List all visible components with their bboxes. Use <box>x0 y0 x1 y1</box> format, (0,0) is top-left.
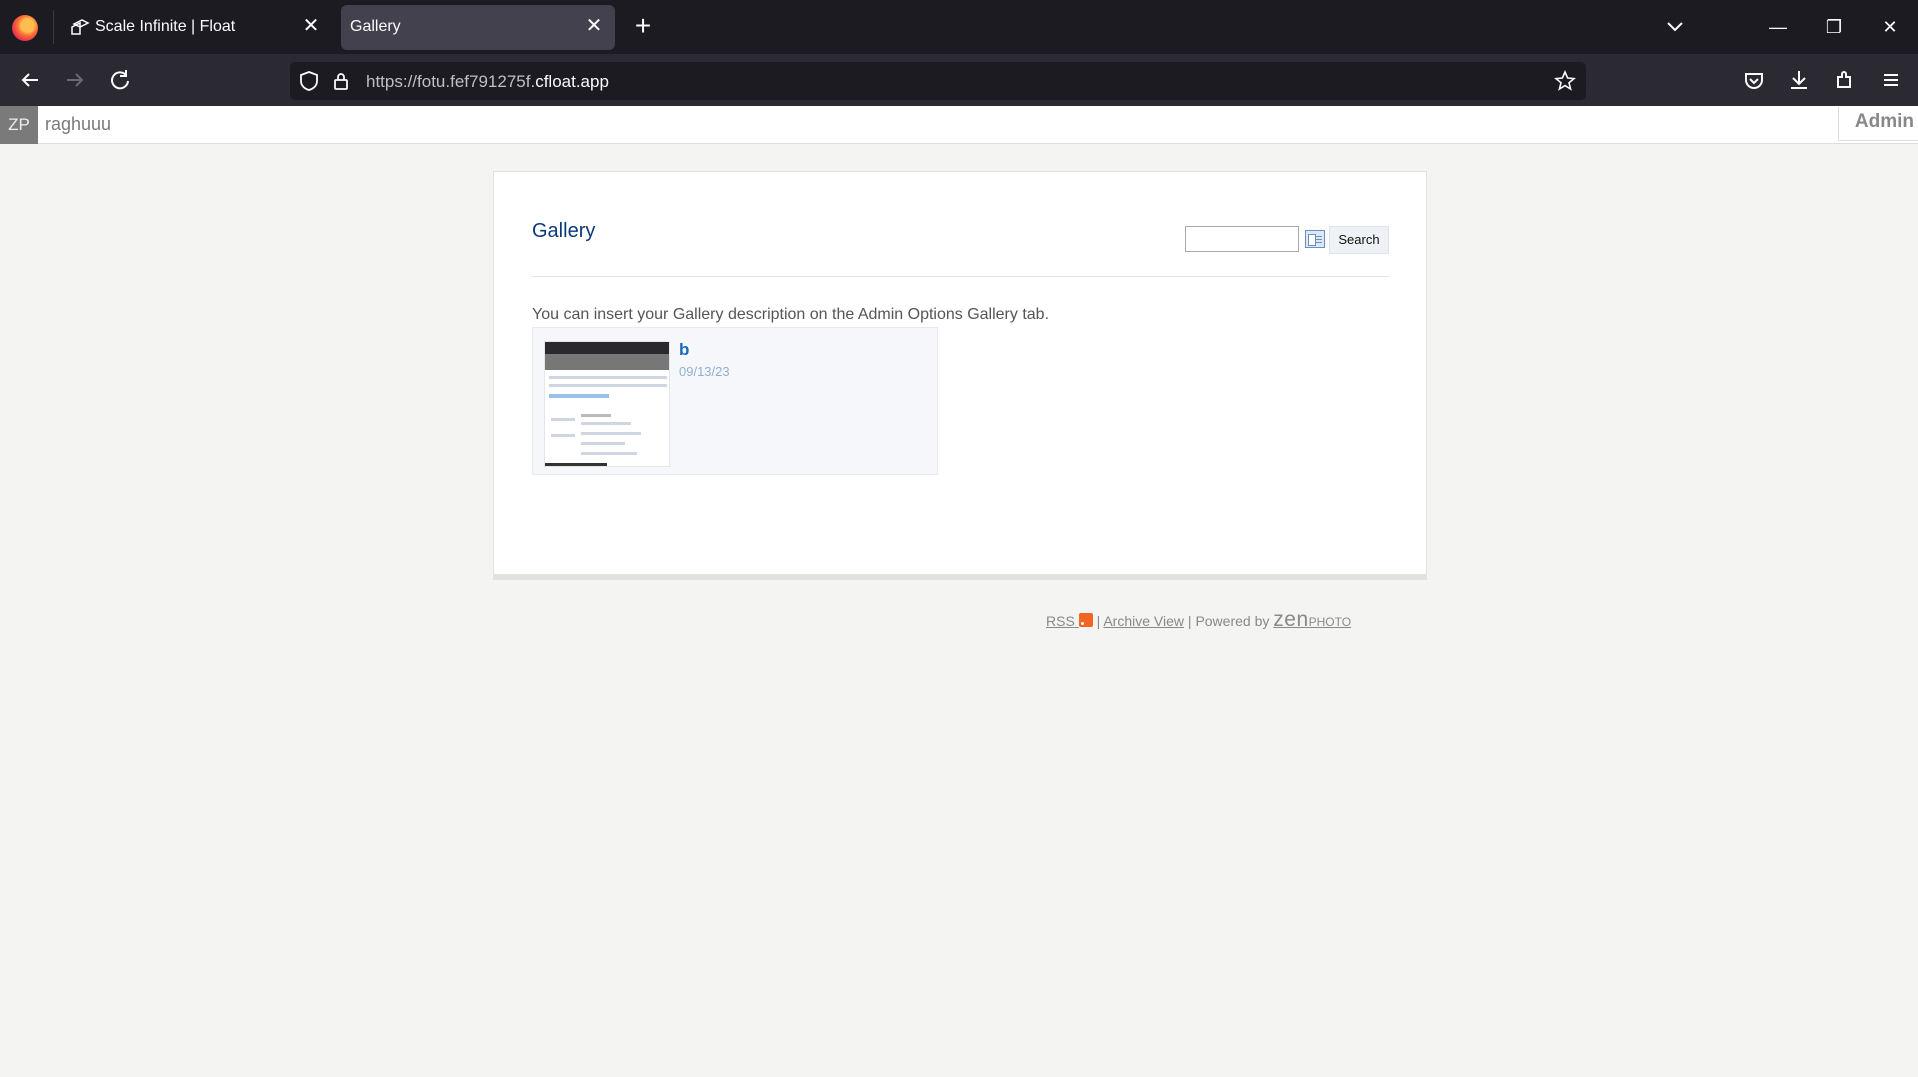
album-title[interactable]: b <box>679 340 689 360</box>
close-tab-icon[interactable]: ✕ <box>300 15 322 37</box>
gallery-description: You can insert your Gallery description … <box>532 306 1050 323</box>
url-prefix: https://fotu.fef791275f. <box>366 72 536 91</box>
site-name: raghuuu <box>45 114 112 134</box>
zenphoto-logo-link[interactable]: zenPHOTO <box>1273 608 1352 631</box>
album-card[interactable]: b 09/13/23 <box>532 327 938 475</box>
tab-title: Gallery <box>350 18 401 35</box>
archive-view-link[interactable]: Archive View <box>1103 613 1184 629</box>
firefox-logo-icon[interactable] <box>12 15 38 41</box>
album-date: 09/13/23 <box>679 364 730 379</box>
close-window-icon[interactable]: ✕ <box>1873 10 1907 44</box>
lock-icon[interactable] <box>330 70 352 92</box>
downloads-icon[interactable] <box>1784 65 1814 95</box>
powered-by-text: Powered by <box>1195 613 1270 629</box>
app-menu-hamburger-icon[interactable] <box>1876 65 1906 95</box>
admin-link[interactable]: Admin <box>1838 107 1918 141</box>
float-favicon-icon <box>71 19 90 35</box>
reload-icon[interactable] <box>105 65 135 95</box>
divider <box>532 276 1389 277</box>
url-bar[interactable]: https://fotu.fef791275f.cfloat.app <box>290 62 1586 100</box>
restore-icon[interactable]: ❐ <box>1817 10 1851 44</box>
tab-title: Scale Infinite | Float <box>95 18 236 35</box>
album-thumbnail[interactable] <box>544 341 670 467</box>
gallery-panel: Gallery Search You can insert your Galle… <box>493 171 1427 580</box>
search-options-icon[interactable] <box>1305 230 1325 248</box>
footer-separator: | <box>1187 613 1192 629</box>
list-all-tabs-chevron-icon[interactable] <box>1662 14 1688 40</box>
rss-label: RSS <box>1046 613 1075 629</box>
minimize-icon[interactable]: — <box>1761 10 1795 44</box>
search-input[interactable] <box>1185 226 1299 252</box>
url-host: cfloat.app <box>535 72 609 91</box>
zenphoto-logo-photo: PHOTO <box>1308 615 1352 629</box>
new-tab-plus-icon[interactable]: + <box>628 12 658 42</box>
tab-gallery[interactable]: Gallery ✕ <box>341 5 615 50</box>
admin-toolbar: ZP raghuuu Admin <box>0 106 1918 144</box>
close-tab-icon[interactable]: ✕ <box>583 15 605 37</box>
zp-badge[interactable]: ZP <box>0 106 38 144</box>
bookmark-star-icon[interactable] <box>1554 70 1576 92</box>
forward-arrow-icon[interactable] <box>60 65 90 95</box>
rss-link[interactable]: RSS <box>1046 613 1093 629</box>
tab-separator <box>53 10 54 44</box>
tab-scale-infinite[interactable]: Scale Infinite | Float ✕ <box>62 5 332 50</box>
extensions-puzzle-icon[interactable] <box>1830 65 1860 95</box>
search-button[interactable]: Search <box>1329 226 1389 254</box>
back-arrow-icon[interactable] <box>15 65 45 95</box>
footer-separator: | <box>1096 613 1101 629</box>
page-title[interactable]: Gallery <box>532 220 595 243</box>
tracking-protection-shield-icon[interactable] <box>298 70 320 92</box>
footer: RSS | Archive View | Powered by zenPHOTO <box>1046 608 1351 632</box>
url-text[interactable]: https://fotu.fef791275f.cfloat.app <box>366 72 609 92</box>
pocket-icon[interactable] <box>1739 65 1769 95</box>
rss-icon[interactable] <box>1078 613 1093 627</box>
zenphoto-logo-zen: zen <box>1273 608 1309 631</box>
tab-strip: Scale Infinite | Float ✕ Gallery ✕ + — ❐… <box>0 0 1918 54</box>
